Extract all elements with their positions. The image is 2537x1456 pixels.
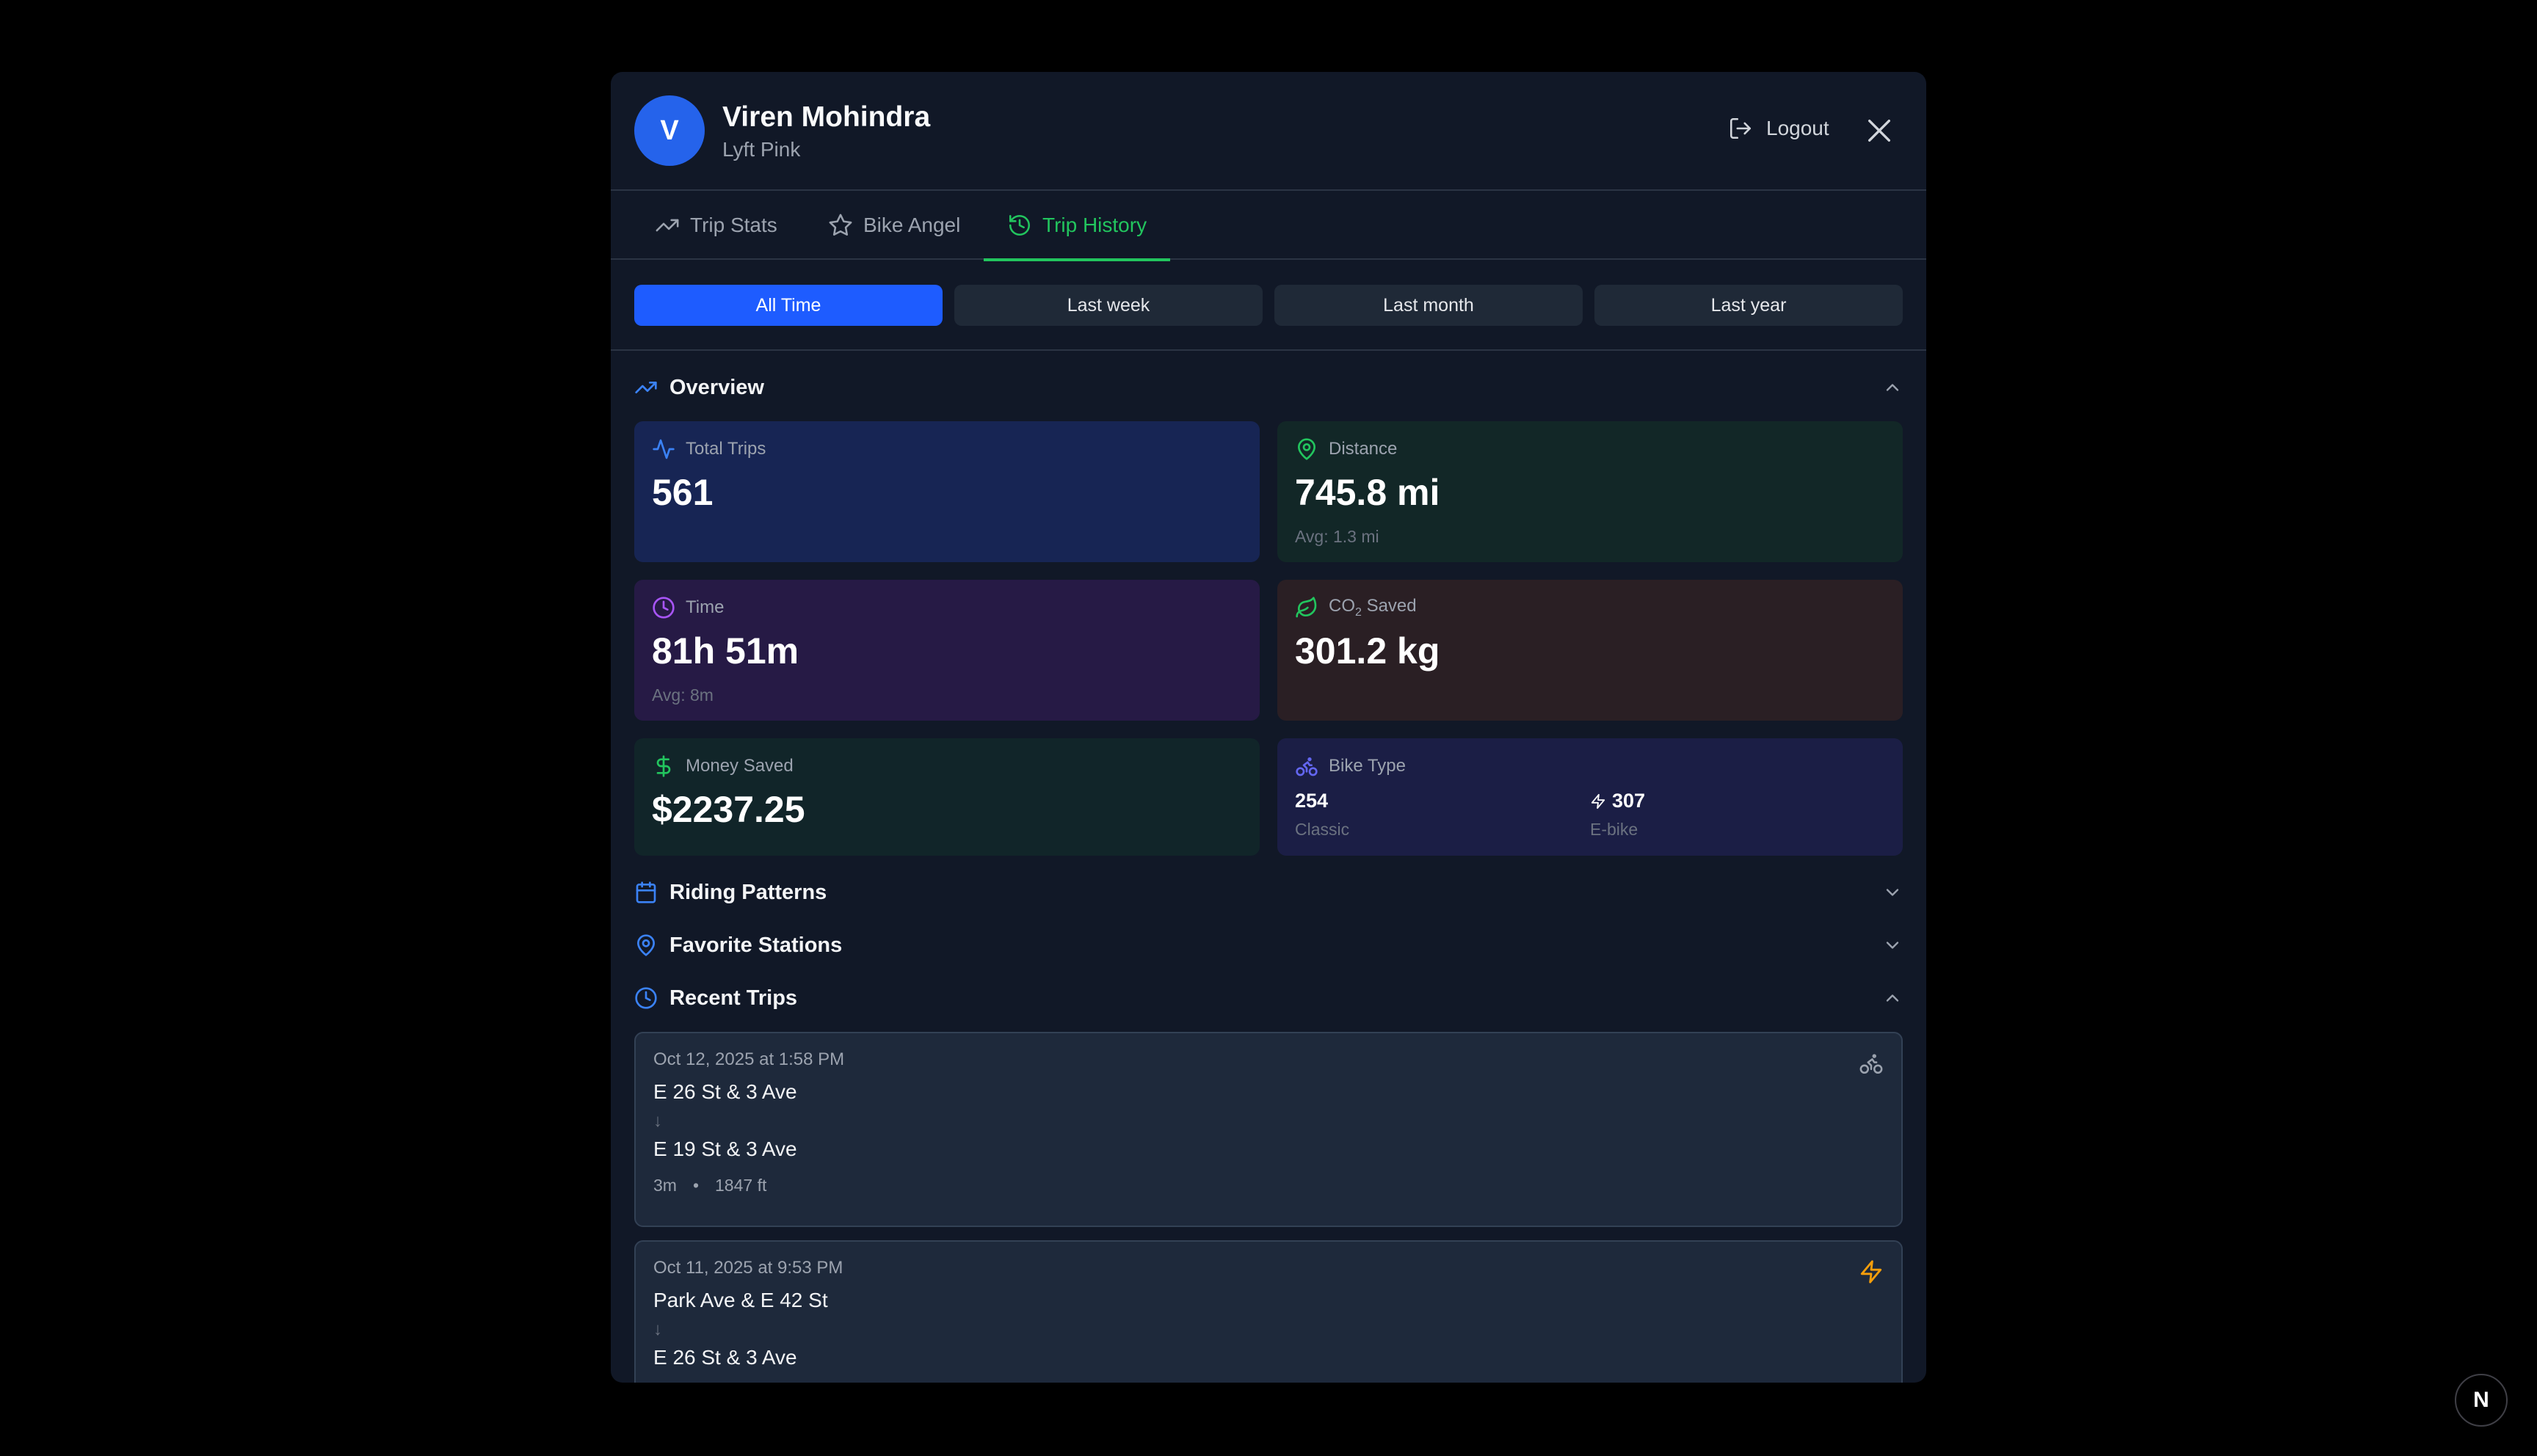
classic-count: 254 <box>1295 790 1329 812</box>
trip-start-station: Park Ave & E 42 St <box>653 1289 828 1311</box>
filter-all-time[interactable]: All Time <box>634 285 943 326</box>
trip-end-station: E 19 St & 3 Ave <box>653 1138 797 1160</box>
time-card: Time 81h 51m Avg: 8m <box>634 580 1260 721</box>
chevron-down-icon[interactable] <box>1882 935 1903 956</box>
money-saved-card: Money Saved $2237.25 <box>634 738 1260 856</box>
modal-header: V Viren Mohindra Lyft Pink Logout <box>611 72 1926 191</box>
trip-distance: 1847 ft <box>715 1176 767 1195</box>
tab-trip-stats[interactable]: Trip Stats <box>655 191 777 260</box>
tab-trip-history[interactable]: Trip History <box>984 191 1171 261</box>
ebike-count: 307 <box>1612 790 1646 812</box>
avatar: V <box>634 95 705 166</box>
recent-trips-section-header[interactable]: Recent Trips <box>634 983 1903 1013</box>
time-filter-group: All Time Last week Last month Last year <box>634 285 1903 326</box>
co2-card: CO2 Saved 301.2 kg <box>1277 580 1903 721</box>
tab-label: Trip History <box>1042 214 1147 236</box>
section-title: Recent Trips <box>669 986 798 1010</box>
card-label: Time <box>686 597 725 617</box>
co2-label-prefix: CO <box>1329 596 1355 616</box>
tab-bar: Trip Stats Bike Angel Trip History <box>611 191 1926 261</box>
bike-icon <box>1296 757 1318 776</box>
trending-up-icon <box>656 219 679 232</box>
chevron-down-icon[interactable] <box>1882 882 1903 903</box>
time-value: 81h 51m <box>652 630 799 671</box>
clock-icon <box>635 987 657 1009</box>
favorite-stations-section-header[interactable]: Favorite Stations <box>634 931 1903 960</box>
ebike-bolt-icon <box>1860 1260 1882 1284</box>
total-trips-card: Total Trips 561 <box>634 421 1260 562</box>
logout-button[interactable]: Logout <box>1728 116 1829 141</box>
co2-value: 301.2 kg <box>1295 630 1440 671</box>
bike-type-card: Bike Type 254 Classic 307 E-bike <box>1277 738 1903 856</box>
clock-icon <box>653 597 675 619</box>
riding-patterns-section-header[interactable]: Riding Patterns <box>634 878 1903 907</box>
logout-label: Logout <box>1766 117 1829 139</box>
trip-card[interactable]: Oct 11, 2025 at 9:53 PM Park Ave & E 42 … <box>634 1240 1903 1383</box>
chevron-up-icon[interactable] <box>1882 988 1903 1008</box>
calendar-icon <box>636 881 656 903</box>
trip-start-station: E 26 St & 3 Ave <box>653 1080 797 1103</box>
bolt-icon <box>1591 793 1605 809</box>
profile-modal: V Viren Mohindra Lyft Pink Logout Trip S… <box>611 72 1926 1383</box>
tab-label: Trip Stats <box>690 214 777 236</box>
filter-last-month[interactable]: Last month <box>1274 285 1583 326</box>
trip-end-station: E 26 St & 3 Ave <box>653 1346 797 1369</box>
membership-plan: Lyft Pink <box>722 138 801 161</box>
overview-section-header[interactable]: Overview <box>634 373 1903 402</box>
filter-last-week[interactable]: Last week <box>954 285 1263 326</box>
divider <box>611 349 1926 351</box>
logout-icon <box>1730 117 1752 139</box>
card-label: Bike Type <box>1329 756 1406 776</box>
card-label: Distance <box>1329 439 1398 459</box>
money-saved-value: $2237.25 <box>652 789 805 830</box>
history-icon <box>1009 214 1031 236</box>
close-icon[interactable] <box>1865 116 1894 145</box>
co2-label-sub: 2 <box>1355 605 1362 619</box>
map-pin-icon <box>637 934 655 956</box>
trip-date: Oct 11, 2025 at 9:53 PM <box>653 1258 843 1278</box>
trip-duration: 3m <box>653 1176 677 1195</box>
nextjs-logo-letter: N <box>2473 1388 2489 1412</box>
star-icon <box>829 214 852 236</box>
time-avg: Avg: 8m <box>652 685 714 705</box>
nextjs-dev-indicator[interactable]: N <box>2455 1374 2508 1427</box>
total-trips-value: 561 <box>652 472 714 513</box>
trip-date: Oct 12, 2025 at 1:58 PM <box>653 1049 845 1069</box>
distance-value: 745.8 mi <box>1295 472 1440 513</box>
map-pin-icon <box>1298 438 1315 460</box>
tab-bike-angel[interactable]: Bike Angel <box>828 191 960 260</box>
dollar-icon <box>656 755 671 777</box>
user-name: Viren Mohindra <box>722 101 931 133</box>
trip-card[interactable]: Oct 12, 2025 at 1:58 PM E 26 St & 3 Ave … <box>634 1032 1903 1227</box>
section-title: Riding Patterns <box>669 880 827 904</box>
classic-label: Classic <box>1295 820 1350 839</box>
card-label: CO2 Saved <box>1329 596 1417 619</box>
card-label: Money Saved <box>686 756 794 776</box>
distance-card: Distance 745.8 mi Avg: 1.3 mi <box>1277 421 1903 562</box>
arrow-down-icon: ↓ <box>653 1320 662 1339</box>
ebike-label: E-bike <box>1590 820 1638 839</box>
filter-last-year[interactable]: Last year <box>1594 285 1903 326</box>
co2-label-suffix: Saved <box>1361 596 1417 616</box>
chevron-up-icon[interactable] <box>1882 377 1903 398</box>
card-label: Total Trips <box>686 439 766 459</box>
meta-separator: • <box>692 1176 700 1195</box>
tab-label: Bike Angel <box>863 214 961 236</box>
section-title: Overview <box>669 375 764 399</box>
trending-up-icon <box>635 382 657 393</box>
distance-avg: Avg: 1.3 mi <box>1295 527 1379 546</box>
classic-bike-icon <box>1859 1054 1883 1074</box>
activity-icon <box>653 439 675 459</box>
leaf-icon <box>1296 597 1317 618</box>
arrow-down-icon: ↓ <box>653 1111 662 1131</box>
section-title: Favorite Stations <box>669 933 843 957</box>
